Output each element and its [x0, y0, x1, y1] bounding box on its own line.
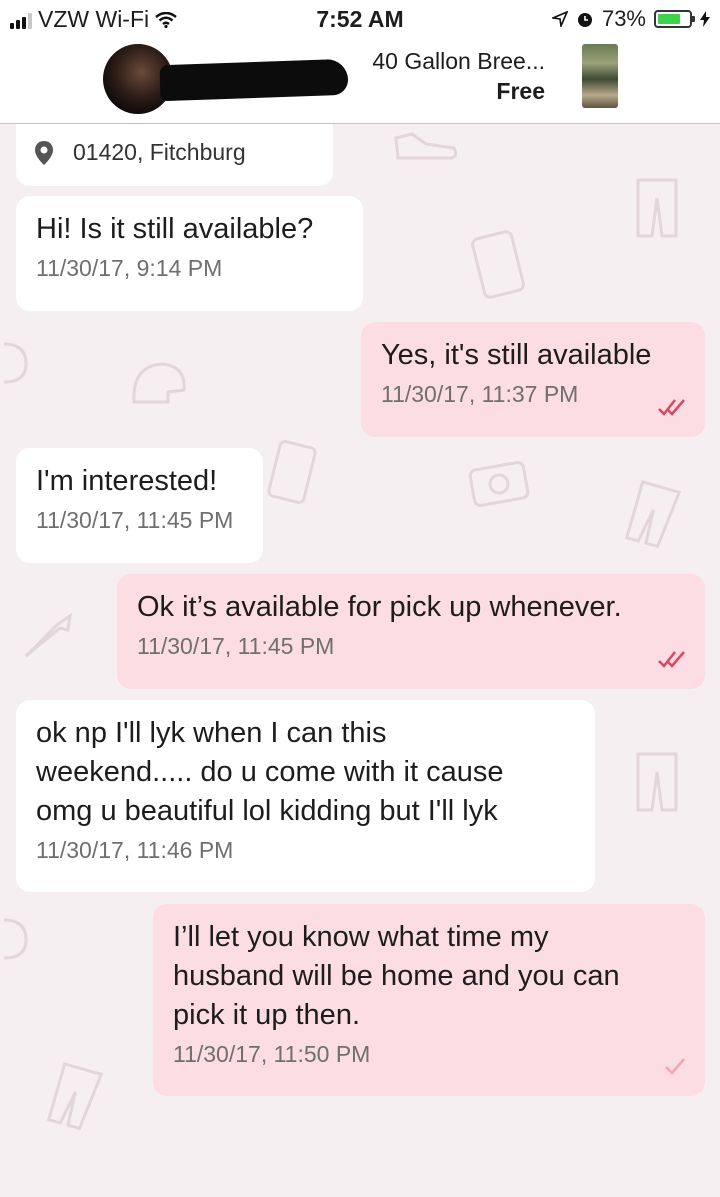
message-text: I'm interested! [36, 465, 218, 497]
status-right-group: 73% [551, 6, 710, 32]
redacted-username [159, 58, 349, 102]
product-title[interactable]: 40 Gallon Bree... [372, 48, 545, 75]
product-thumbnail[interactable] [582, 44, 618, 108]
conversation-header: 40 Gallon Bree... Free [0, 40, 720, 124]
horseshoe-icon-2 [3, 918, 28, 960]
helmet-icon [132, 362, 186, 404]
message-timestamp: 11/30/17, 11:37 PM [381, 381, 579, 407]
message-bubble-outgoing[interactable]: Yes, it's still available 11/30/17, 11:3… [361, 322, 705, 437]
battery-icon [654, 10, 695, 28]
message-timestamp: 11/30/17, 11:45 PM [137, 633, 335, 659]
chat-thread[interactable]: 01420, Fitchburg Hi! Is it still availab… [0, 124, 720, 1197]
read-receipt-icon [658, 651, 685, 668]
message-text: Hi! Is it still available? [36, 213, 314, 245]
camera-icon [468, 461, 530, 507]
pants-icon [636, 178, 678, 238]
message-bubble-incoming[interactable]: ok np I'll lyk when I can this weekend..… [16, 700, 595, 892]
jeans-icon-2 [46, 1062, 104, 1131]
horseshoe-icon [3, 342, 28, 384]
pants-icon-2 [636, 752, 678, 812]
message-timestamp: 11/30/17, 11:45 PM [36, 507, 234, 533]
read-receipt-icon [658, 399, 685, 416]
sent-check-icon [665, 1058, 685, 1075]
product-price: Free [496, 78, 545, 104]
message-bubble-incoming[interactable]: I'm interested! 11/30/17, 11:45 PM [16, 448, 263, 563]
message-bubble-incoming[interactable]: Hi! Is it still available? 11/30/17, 9:1… [16, 196, 363, 311]
location-pin-icon [35, 141, 53, 165]
battery-percent: 73% [601, 6, 646, 31]
trumpet-icon [24, 612, 72, 658]
message-text: Yes, it's still available [381, 339, 652, 371]
sneaker-icon [394, 132, 458, 160]
gameboy-icon [267, 440, 317, 504]
message-timestamp: 11/30/17, 11:50 PM [173, 1041, 371, 1067]
message-timestamp: 11/30/17, 11:46 PM [36, 837, 234, 863]
charging-icon [700, 11, 710, 27]
alarm-icon [577, 13, 592, 27]
message-text: I’ll let you know what time my husband w… [173, 921, 620, 1031]
message-timestamp: 11/30/17, 9:14 PM [36, 255, 223, 281]
status-bar: VZW Wi-Fi 7:52 AM 73% [0, 0, 720, 40]
location-text: 01420, Fitchburg [73, 139, 246, 165]
listing-location-card[interactable]: 01420, Fitchburg [16, 124, 333, 186]
location-arrow-icon [551, 11, 568, 27]
jeans-icon [624, 480, 682, 549]
message-bubble-outgoing[interactable]: Ok it’s available for pick up whenever. … [117, 574, 705, 689]
message-bubble-outgoing[interactable]: I’ll let you know what time my husband w… [153, 904, 705, 1096]
message-text: ok np I'll lyk when I can this weekend..… [36, 717, 504, 827]
message-text: Ok it’s available for pick up whenever. [137, 591, 622, 623]
phone-icon [471, 230, 525, 299]
